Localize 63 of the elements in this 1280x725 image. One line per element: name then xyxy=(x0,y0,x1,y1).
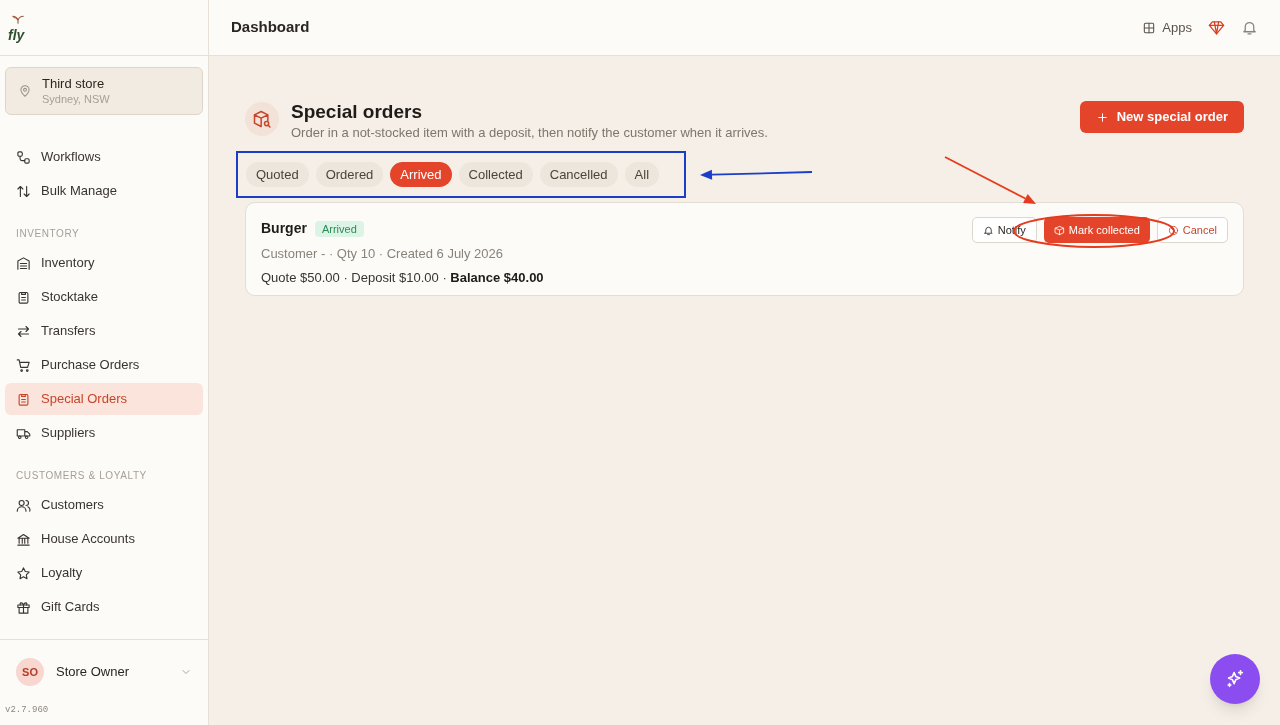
new-order-button[interactable]: New special order xyxy=(1079,101,1244,133)
sidebar-item[interactable]: Workflows xyxy=(5,141,203,173)
transfer-arrows-icon xyxy=(16,323,31,339)
gift-icon xyxy=(16,599,31,615)
sidebar-item[interactable]: Loyalty xyxy=(5,557,203,589)
workflow-icon xyxy=(16,149,31,165)
store-location: Sydney, NSW xyxy=(42,92,110,106)
filter-tab[interactable]: Collected xyxy=(458,162,533,187)
location-pin-icon xyxy=(18,84,32,98)
sidebar-item[interactable]: Purchase Orders xyxy=(5,349,203,381)
page-heading: Dashboard xyxy=(231,17,311,38)
cancel-circle-icon xyxy=(1167,224,1179,236)
gem-button[interactable] xyxy=(1208,19,1225,36)
sidebar-item[interactable]: Gift Cards xyxy=(5,591,203,623)
sidebar-item[interactable]: House Accounts xyxy=(5,523,203,555)
bell-icon xyxy=(1241,19,1258,36)
sidebar-item[interactable]: Bulk Manage xyxy=(5,175,203,207)
sort-arrows-icon xyxy=(16,183,31,199)
sidebar-item[interactable]: Transfers xyxy=(5,315,203,347)
sidebar-item[interactable]: Customers xyxy=(5,489,203,521)
bell-icon xyxy=(982,224,994,236)
store-name: Third store xyxy=(42,76,106,92)
warehouse-icon xyxy=(16,255,31,271)
filter-tab[interactable]: Ordered xyxy=(315,162,384,187)
user-menu[interactable]: SO Store Owner xyxy=(0,640,208,704)
section-subtitle: Order in a not-stocked item with a deposit, then notify the customer when it arrives. xyxy=(291,124,769,142)
filter-tab[interactable]: Cancelled xyxy=(539,162,618,187)
package-search-icon xyxy=(252,109,272,129)
plus-icon xyxy=(1095,110,1109,124)
cart-icon xyxy=(16,357,31,373)
status-badge: Arrived xyxy=(314,220,364,237)
sidebar-item[interactable]: Inventory xyxy=(5,247,203,279)
clipboard-icon xyxy=(16,289,31,305)
order-amounts: Quote $50.00 · Deposit $10.00 · Balance $40.00 xyxy=(261,268,545,287)
section-heading: CUSTOMERS & LOYALTY xyxy=(15,469,148,483)
section-title: Special orders xyxy=(291,100,423,124)
version-label: v2.7.960 xyxy=(4,704,50,717)
filter-tab[interactable]: Quoted xyxy=(246,162,309,187)
sidebar-item[interactable]: Suppliers xyxy=(5,417,203,449)
order-details: Customer - · Qty 10 · Created 6 July 2026 xyxy=(261,245,505,263)
cancel-button[interactable]: Cancel xyxy=(1156,217,1228,243)
order-name: Burger xyxy=(261,219,307,238)
notifications-button[interactable] xyxy=(1241,19,1258,36)
filter-tab[interactable]: All xyxy=(624,162,660,187)
star-icon xyxy=(16,565,31,581)
avatar: SO xyxy=(16,658,44,686)
user-name: Store Owner xyxy=(56,663,130,682)
store-selector[interactable]: Third store Sydney, NSW xyxy=(5,67,203,115)
users-icon xyxy=(16,497,31,513)
clipboard-icon xyxy=(16,391,31,407)
bank-icon xyxy=(16,531,31,547)
sidebar-item[interactable]: Stocktake xyxy=(5,281,203,313)
mark-collected-button[interactable]: Mark collected xyxy=(1043,217,1150,243)
grid-icon xyxy=(1142,20,1157,35)
assistant-button[interactable] xyxy=(1210,654,1260,704)
logo-text: fly xyxy=(8,27,26,42)
gem-icon xyxy=(1208,19,1225,36)
filter-tab[interactable]: Arrived xyxy=(390,162,452,187)
section-heading: INVENTORY xyxy=(15,227,81,241)
sidebar-item[interactable]: Special Orders xyxy=(5,383,203,415)
package-icon xyxy=(1053,224,1065,236)
sparkles-icon xyxy=(1224,668,1246,690)
apps-button[interactable]: Apps xyxy=(1142,17,1192,38)
